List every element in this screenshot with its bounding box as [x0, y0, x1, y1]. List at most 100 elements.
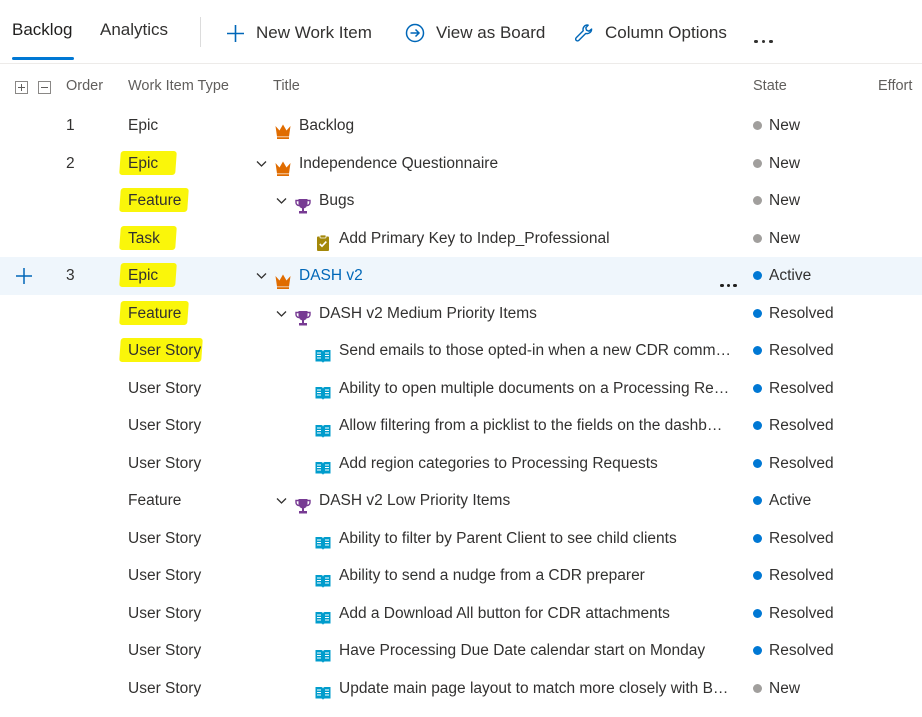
title-cell: Ability to open multiple documents on a …: [314, 370, 729, 408]
work-item-type-cell: User Story: [119, 332, 203, 370]
work-item-type-label: User Story: [128, 679, 202, 697]
state-cell: Resolved: [753, 370, 834, 408]
work-item-type-cell: User Story: [128, 520, 201, 558]
book-icon: [314, 417, 332, 438]
row-more-actions-icon[interactable]: [720, 274, 740, 292]
table-row[interactable]: User Story Add region categories to Proce…: [0, 445, 922, 483]
state-dot-icon: [753, 196, 762, 206]
state-cell: Resolved: [753, 632, 834, 670]
title-cell: Update main page layout to match more cl…: [314, 670, 728, 708]
table-row[interactable]: User Story Send emails to those opted-in …: [0, 332, 922, 370]
table-row[interactable]: User Story Allow filtering from a picklis…: [0, 407, 922, 445]
trophy-icon: [294, 304, 312, 326]
work-item-title-link[interactable]: Send emails to those opted-in when a new…: [339, 332, 731, 370]
table-row[interactable]: Task Add Primary Key to Indep_Professiona…: [0, 220, 922, 258]
table-row[interactable]: 3 Epic DASH v2 Active: [0, 257, 922, 295]
work-item-title-link[interactable]: DASH v2: [299, 257, 363, 295]
work-item-type-label: User Story: [128, 529, 202, 547]
column-options-label: Column Options: [605, 23, 727, 42]
work-item-type-cell: Feature: [128, 482, 181, 520]
table-row[interactable]: User Story Add a Download All button for …: [0, 595, 922, 633]
chevron-down-icon[interactable]: [276, 197, 287, 205]
state-label: New: [769, 679, 801, 697]
table-row[interactable]: User Story Update main page layout to mat…: [0, 670, 922, 708]
title-cell: Send emails to those opted-in when a new…: [314, 332, 731, 370]
new-work-item-label: New Work Item: [256, 23, 372, 42]
work-item-title-link[interactable]: DASH v2 Medium Priority Items: [319, 295, 537, 333]
table-row[interactable]: 2 Epic Independence Questionnaire New: [0, 145, 922, 183]
state-cell: New: [753, 145, 800, 183]
plus-icon: [227, 24, 244, 42]
work-item-title-link[interactable]: Allow filtering from a picklist to the f…: [339, 407, 722, 445]
state-dot-icon: [753, 683, 762, 693]
work-item-title-link[interactable]: Backlog: [299, 107, 354, 145]
book-icon: [314, 604, 332, 626]
table-row[interactable]: User Story Ability to filter by Parent Cl…: [0, 520, 922, 558]
state-cell: New: [753, 670, 800, 708]
view-as-board-button[interactable]: View as Board: [405, 18, 545, 48]
state-label: Resolved: [769, 379, 834, 397]
table-row[interactable]: Feature Bugs New: [0, 182, 922, 220]
work-item-title-link[interactable]: Add region categories to Processing Requ…: [339, 445, 658, 483]
work-item-title-link[interactable]: Add Primary Key to Indep_Professional: [339, 220, 610, 258]
state-cell: Resolved: [753, 445, 834, 483]
state-dot-icon: [753, 121, 762, 131]
table-row[interactable]: Feature DASH v2 Medium Priority Items Reso…: [0, 295, 922, 333]
column-header-state[interactable]: State: [753, 78, 787, 102]
tab-analytics[interactable]: Analytics: [100, 20, 168, 40]
chevron-down-icon[interactable]: [256, 160, 267, 168]
chevron-down-icon[interactable]: [256, 272, 267, 280]
table-row[interactable]: User Story Ability to open multiple docum…: [0, 370, 922, 408]
state-label: Resolved: [769, 454, 834, 472]
collapse-all-button[interactable]: [38, 81, 51, 94]
state-label: New: [769, 117, 801, 134]
table-row[interactable]: User Story Have Processing Due Date calen…: [0, 632, 922, 670]
chevron-down-icon[interactable]: [276, 310, 287, 318]
work-item-type-label: User Story: [128, 642, 202, 659]
work-item-type-cell: User Story: [128, 445, 201, 483]
crown-icon: [274, 117, 292, 139]
work-item-type-label: Task: [128, 229, 160, 247]
work-item-type-cell: Feature: [119, 182, 189, 220]
work-item-title-link[interactable]: Add a Download All button for CDR attach…: [339, 595, 670, 633]
active-tab-indicator: [12, 57, 74, 60]
work-item-title-link[interactable]: Ability to send a nudge from a CDR prepa…: [339, 557, 645, 595]
table-row[interactable]: User Story Ability to send a nudge from a…: [0, 557, 922, 595]
book-icon: [314, 454, 332, 476]
chevron-down-icon[interactable]: [276, 497, 287, 505]
table-row[interactable]: 1 Epic Backlog New: [0, 107, 922, 145]
state-cell: Resolved: [753, 295, 834, 333]
expand-all-button[interactable]: [15, 81, 28, 94]
work-item-title-link[interactable]: Ability to filter by Parent Client to se…: [339, 520, 677, 558]
work-item-title-link[interactable]: Independence Questionnaire: [299, 145, 498, 183]
more-horizontal-icon[interactable]: [754, 30, 777, 48]
column-header-effort[interactable]: Effort: [878, 78, 912, 102]
trophy-icon: [294, 192, 312, 214]
tab-backlog[interactable]: Backlog: [12, 20, 72, 40]
add-child-plus-icon[interactable]: [15, 267, 33, 285]
title-cell: Ability to send a nudge from a CDR prepa…: [314, 557, 645, 595]
column-header-title[interactable]: Title: [273, 78, 300, 102]
book-icon: [314, 642, 332, 663]
column-options-button[interactable]: Column Options: [574, 18, 727, 48]
work-item-title-link[interactable]: Update main page layout to match more cl…: [339, 670, 728, 708]
column-header-order[interactable]: Order: [66, 78, 103, 102]
state-dot-icon: [753, 383, 762, 393]
new-work-item-button[interactable]: New Work Item: [226, 18, 372, 48]
work-item-type-label: User Story: [128, 567, 202, 584]
crown-icon: [274, 154, 292, 177]
view-as-board-label: View as Board: [436, 23, 546, 42]
column-header-work-item-type[interactable]: Work Item Type: [128, 78, 229, 102]
table-row[interactable]: Feature DASH v2 Low Priority Items Active: [0, 482, 922, 520]
book-icon: [314, 567, 332, 588]
work-item-title-link[interactable]: Have Processing Due Date calendar start …: [339, 632, 705, 670]
work-item-title-link[interactable]: Bugs: [319, 182, 354, 220]
work-item-title-link[interactable]: DASH v2 Low Priority Items: [319, 482, 510, 520]
title-cell: Add Primary Key to Indep_Professional: [314, 220, 610, 258]
state-dot-icon: [753, 533, 762, 543]
work-item-title-link[interactable]: Ability to open multiple documents on a …: [339, 370, 729, 408]
title-cell: Allow filtering from a picklist to the f…: [314, 407, 722, 445]
work-item-type-cell: Epic: [119, 145, 177, 183]
title-cell: Independence Questionnaire: [274, 145, 498, 183]
work-item-type-label: Epic: [128, 117, 159, 134]
